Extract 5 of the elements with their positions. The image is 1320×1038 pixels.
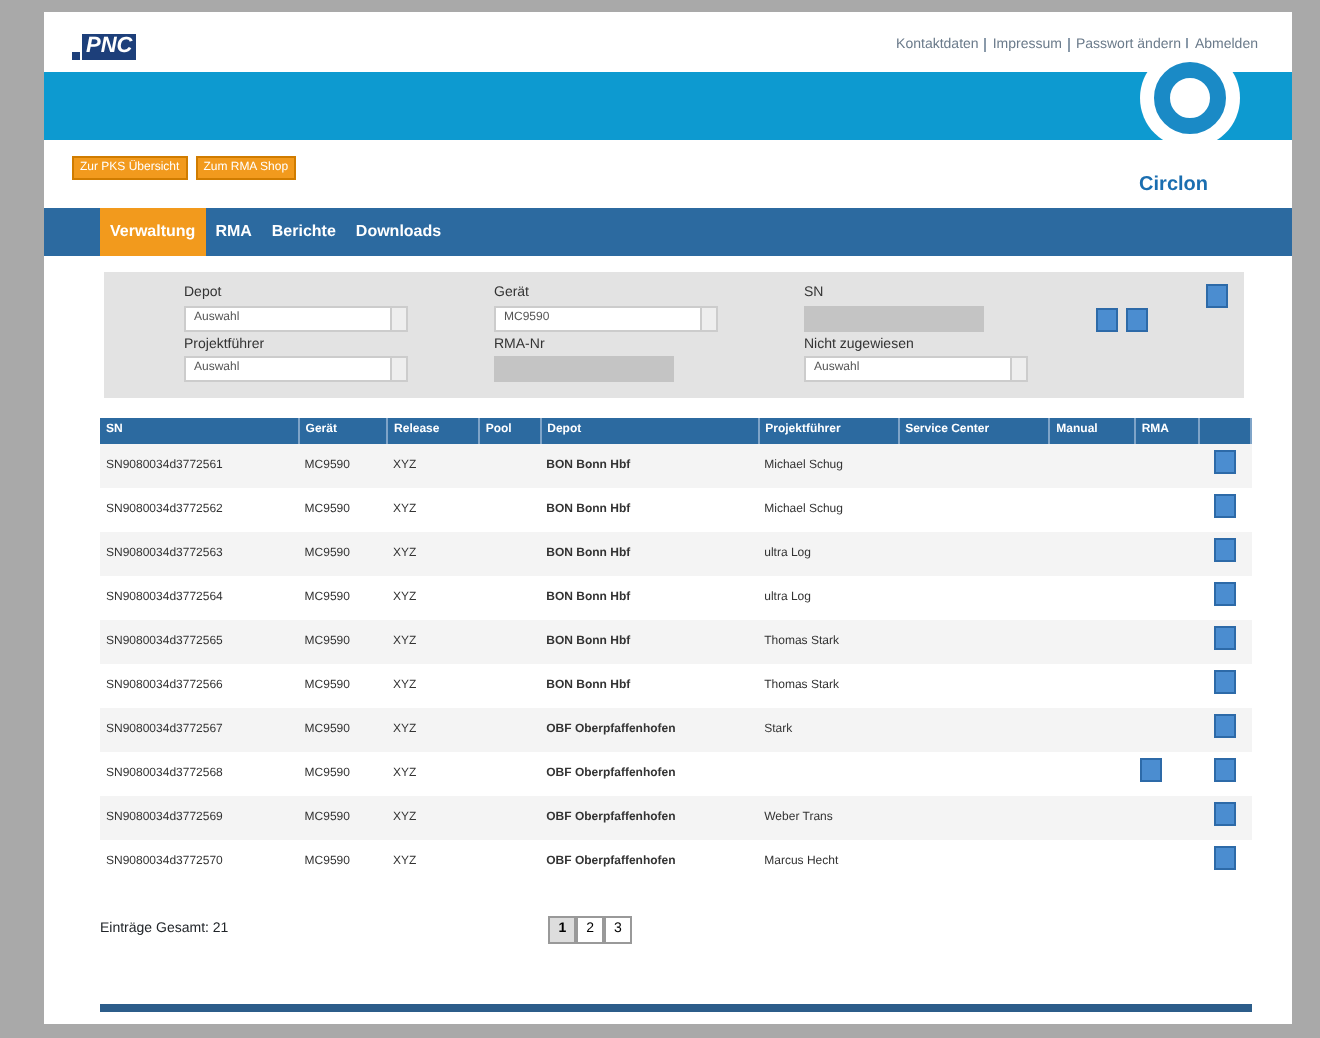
nav-tab[interactable]: RMA <box>205 208 262 256</box>
brand-name: Circlon <box>1139 172 1208 200</box>
nav-tab[interactable]: Downloads <box>345 208 452 256</box>
nav-tab[interactable]: Berichte <box>261 208 346 256</box>
logo: PNC <box>72 33 137 59</box>
